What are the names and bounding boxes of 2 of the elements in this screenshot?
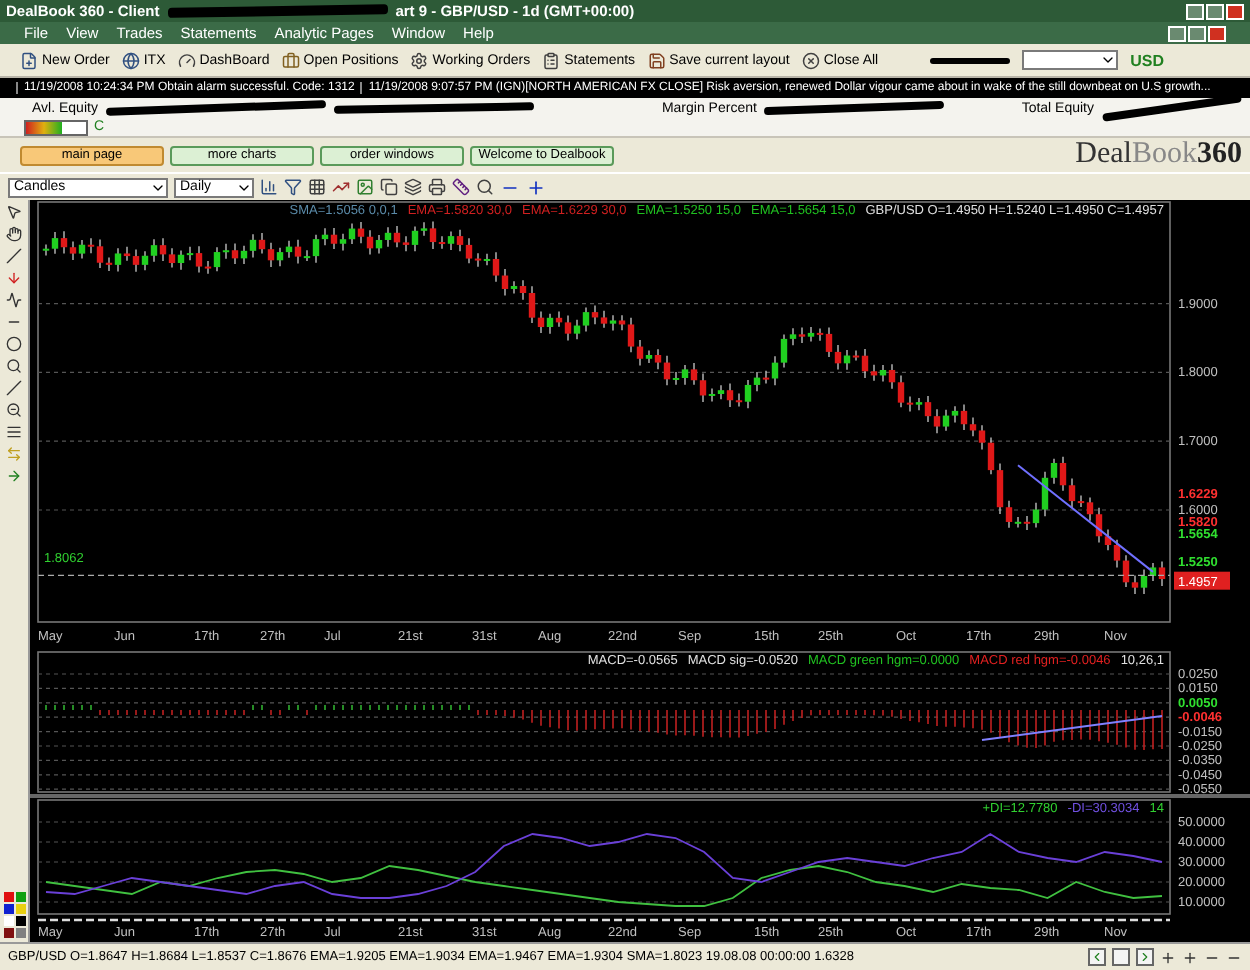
logo: DealBook360 — [1075, 138, 1242, 172]
currency-label: USD — [1130, 51, 1164, 69]
